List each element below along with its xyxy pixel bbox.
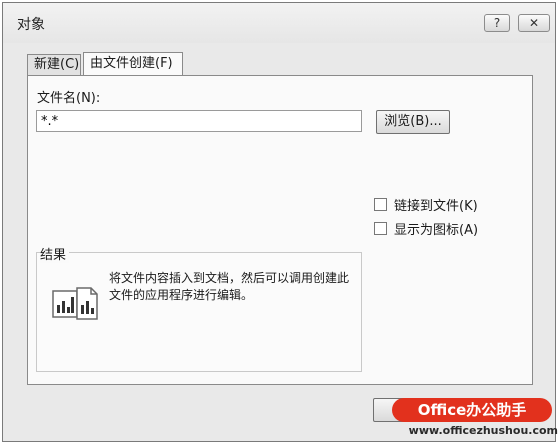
help-button[interactable]: ?	[484, 14, 510, 32]
tab-create-from-file[interactable]: 由文件创建(F)	[83, 52, 183, 76]
insert-file-icon	[52, 287, 98, 320]
watermark-url: www.officezhushou.com	[408, 424, 558, 437]
result-description: 将文件内容插入到文档，然后可以调用创建此文件的应用程序进行编辑。	[109, 271, 350, 302]
result-label: 结果	[40, 244, 70, 263]
tab-create-new-label: 新建(C)	[34, 57, 80, 72]
display-as-icon-label: 显示为图标(A)	[394, 223, 479, 238]
display-as-icon-checkbox[interactable]: 显示为图标(A)	[374, 222, 478, 238]
link-to-file-label: 链接到文件(K)	[394, 199, 478, 214]
tab-create-new[interactable]: 新建(C)	[27, 54, 81, 75]
tab-panel: 文件名(N): 浏览(B)... 链接到文件(K) 显示为图标(A)	[27, 75, 533, 385]
display-as-icon-checkbox-box[interactable]	[374, 222, 387, 235]
tab-create-from-file-label: 由文件创建(F)	[90, 56, 173, 71]
watermark-logo: Office办公助手	[392, 398, 552, 422]
browse-button-label: 浏览(B)...	[384, 114, 442, 129]
close-icon: ✕	[528, 16, 540, 30]
link-to-file-checkbox[interactable]: 链接到文件(K)	[374, 198, 478, 214]
file-name-input[interactable]	[36, 110, 362, 132]
dialog-title: 对象	[17, 17, 45, 33]
file-name-label: 文件名(N):	[37, 91, 101, 106]
close-button[interactable]: ✕	[518, 14, 550, 32]
help-icon: ?	[493, 16, 501, 30]
result-group: 将文件内容插入到文档，然后可以调用创建此文件的应用程序进行编辑。	[36, 252, 362, 372]
browse-button[interactable]: 浏览(B)...	[376, 110, 450, 134]
title-bar: 对象 ? ✕	[3, 3, 555, 43]
object-dialog: 对象 ? ✕ 新建(C) 由文件创建(F) 文件名(N): 浏览(B)... 链…	[2, 2, 556, 442]
link-to-file-checkbox-box[interactable]	[374, 198, 387, 211]
